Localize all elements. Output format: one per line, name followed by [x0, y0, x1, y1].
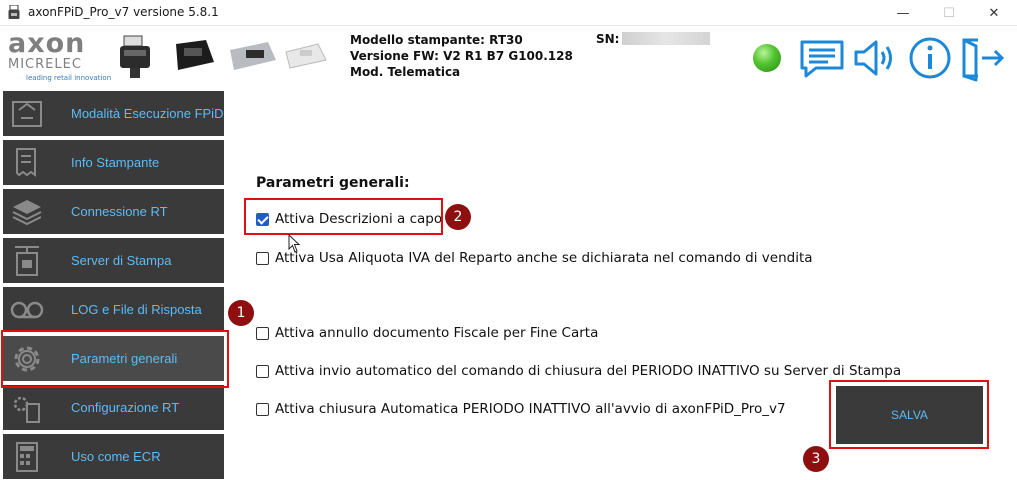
config-icon: [13, 396, 40, 423]
sidebar-item-label: LOG e File di Risposta: [71, 302, 202, 317]
sidebar-item-label: Connessione RT: [71, 204, 168, 219]
info-icon[interactable]: [906, 34, 954, 82]
step-badge-2: 2: [445, 204, 471, 230]
checkbox[interactable]: [256, 402, 269, 416]
checkbox[interactable]: [256, 326, 269, 340]
logo-main: axon: [8, 28, 86, 59]
sidebar-item-label: Configurazione RT: [71, 400, 180, 415]
logo-tagline: leading retail innovation: [26, 74, 112, 82]
step-badge-1: 1: [228, 300, 254, 326]
sidebar: Modalità Esecuzione FPiD Info Stampante …: [0, 86, 230, 480]
minimize-button[interactable]: —: [880, 0, 926, 26]
option-label: Attiva annullo documento Fiscale per Fin…: [275, 325, 599, 341]
app-header: axon MICRELEC leading retail innovation …: [0, 26, 1017, 86]
option-invio-chiusura-periodo-inattivo[interactable]: Attiva invio automatico del comando di c…: [256, 363, 901, 379]
printer-info: Modello stampante: RT30 Versione FW: V2 …: [350, 32, 573, 80]
window-title: axonFPiD_Pro_v7 versione 5.8.1: [28, 5, 219, 19]
app-window: axonFPiD_Pro_v7 versione 5.8.1 — ☐ ✕ axo…: [0, 0, 1017, 480]
speaker-icon[interactable]: [852, 34, 900, 82]
sidebar-item-log-file[interactable]: LOG e File di Risposta: [3, 287, 224, 332]
company-logo: axon MICRELEC leading retail innovation: [6, 28, 112, 82]
option-label: Attiva chiusura Automatica PERIODO INATT…: [275, 401, 786, 417]
logo-sub: MICRELEC: [8, 57, 82, 72]
calculator-icon: [16, 442, 38, 472]
checkbox[interactable]: [256, 364, 269, 378]
firmware-version: Versione FW: V2 R1 B7 G100.128: [350, 49, 573, 63]
printer-model: Modello stampante: RT30: [350, 33, 523, 47]
layers-icon: [12, 200, 42, 226]
print-server-icon: [15, 246, 39, 276]
receipt-icon: [16, 148, 36, 177]
close-button[interactable]: ✕: [971, 0, 1017, 26]
sidebar-item-info-stampante[interactable]: Info Stampante: [3, 140, 224, 185]
option-annullo-fine-carta[interactable]: Attiva annullo documento Fiscale per Fin…: [256, 325, 598, 341]
sidebar-item-label: Info Stampante: [71, 155, 160, 170]
status-indicator: [753, 44, 781, 72]
option-aliquota-iva-reparto[interactable]: Attiva Usa Aliquota IVA del Reparto anch…: [256, 250, 813, 266]
option-chiusura-automatica-avvio[interactable]: Attiva chiusura Automatica PERIODO INATT…: [256, 401, 786, 417]
sidebar-item-uso-ecr[interactable]: Uso come ECR: [3, 434, 224, 479]
maximize-button[interactable]: ☐: [926, 0, 972, 26]
sidebar-item-fpid-mode[interactable]: Modalità Esecuzione FPiD: [3, 91, 224, 136]
exit-icon[interactable]: [958, 34, 1006, 82]
messages-icon[interactable]: [798, 34, 846, 82]
checkbox[interactable]: [256, 251, 269, 265]
highlight-box-save: [829, 380, 989, 449]
option-label: Attiva invio automatico del comando di c…: [275, 363, 902, 379]
section-title: Parametri generali:: [256, 175, 410, 191]
sidebar-item-label: Uso come ECR: [71, 449, 161, 464]
title-bar: axonFPiD_Pro_v7 versione 5.8.1 — ☐ ✕: [0, 0, 1017, 26]
app-icon: [8, 5, 20, 19]
highlight-box-option: [244, 198, 443, 235]
step-badge-3: 3: [803, 446, 829, 472]
serial-number-label: SN:: [596, 32, 620, 46]
sidebar-item-label: Server di Stampa: [71, 253, 172, 268]
sidebar-item-connessione-rt[interactable]: Connessione RT: [3, 189, 224, 234]
printers-image: [120, 35, 327, 78]
sidebar-item-label: Modalità Esecuzione FPiD: [71, 106, 224, 121]
printer-mode: Mod. Telematica: [350, 65, 461, 79]
serial-number-redacted: [622, 32, 710, 45]
sidebar-item-configurazione-rt[interactable]: Configurazione RT: [3, 385, 224, 430]
sidebar-item-server-stampa[interactable]: Server di Stampa: [3, 238, 224, 283]
option-label: Attiva Usa Aliquota IVA del Reparto anch…: [275, 250, 813, 266]
tape-icon: [10, 301, 44, 319]
highlight-box-sidebar: [1, 330, 229, 388]
fpid-mode-icon: [12, 101, 42, 127]
